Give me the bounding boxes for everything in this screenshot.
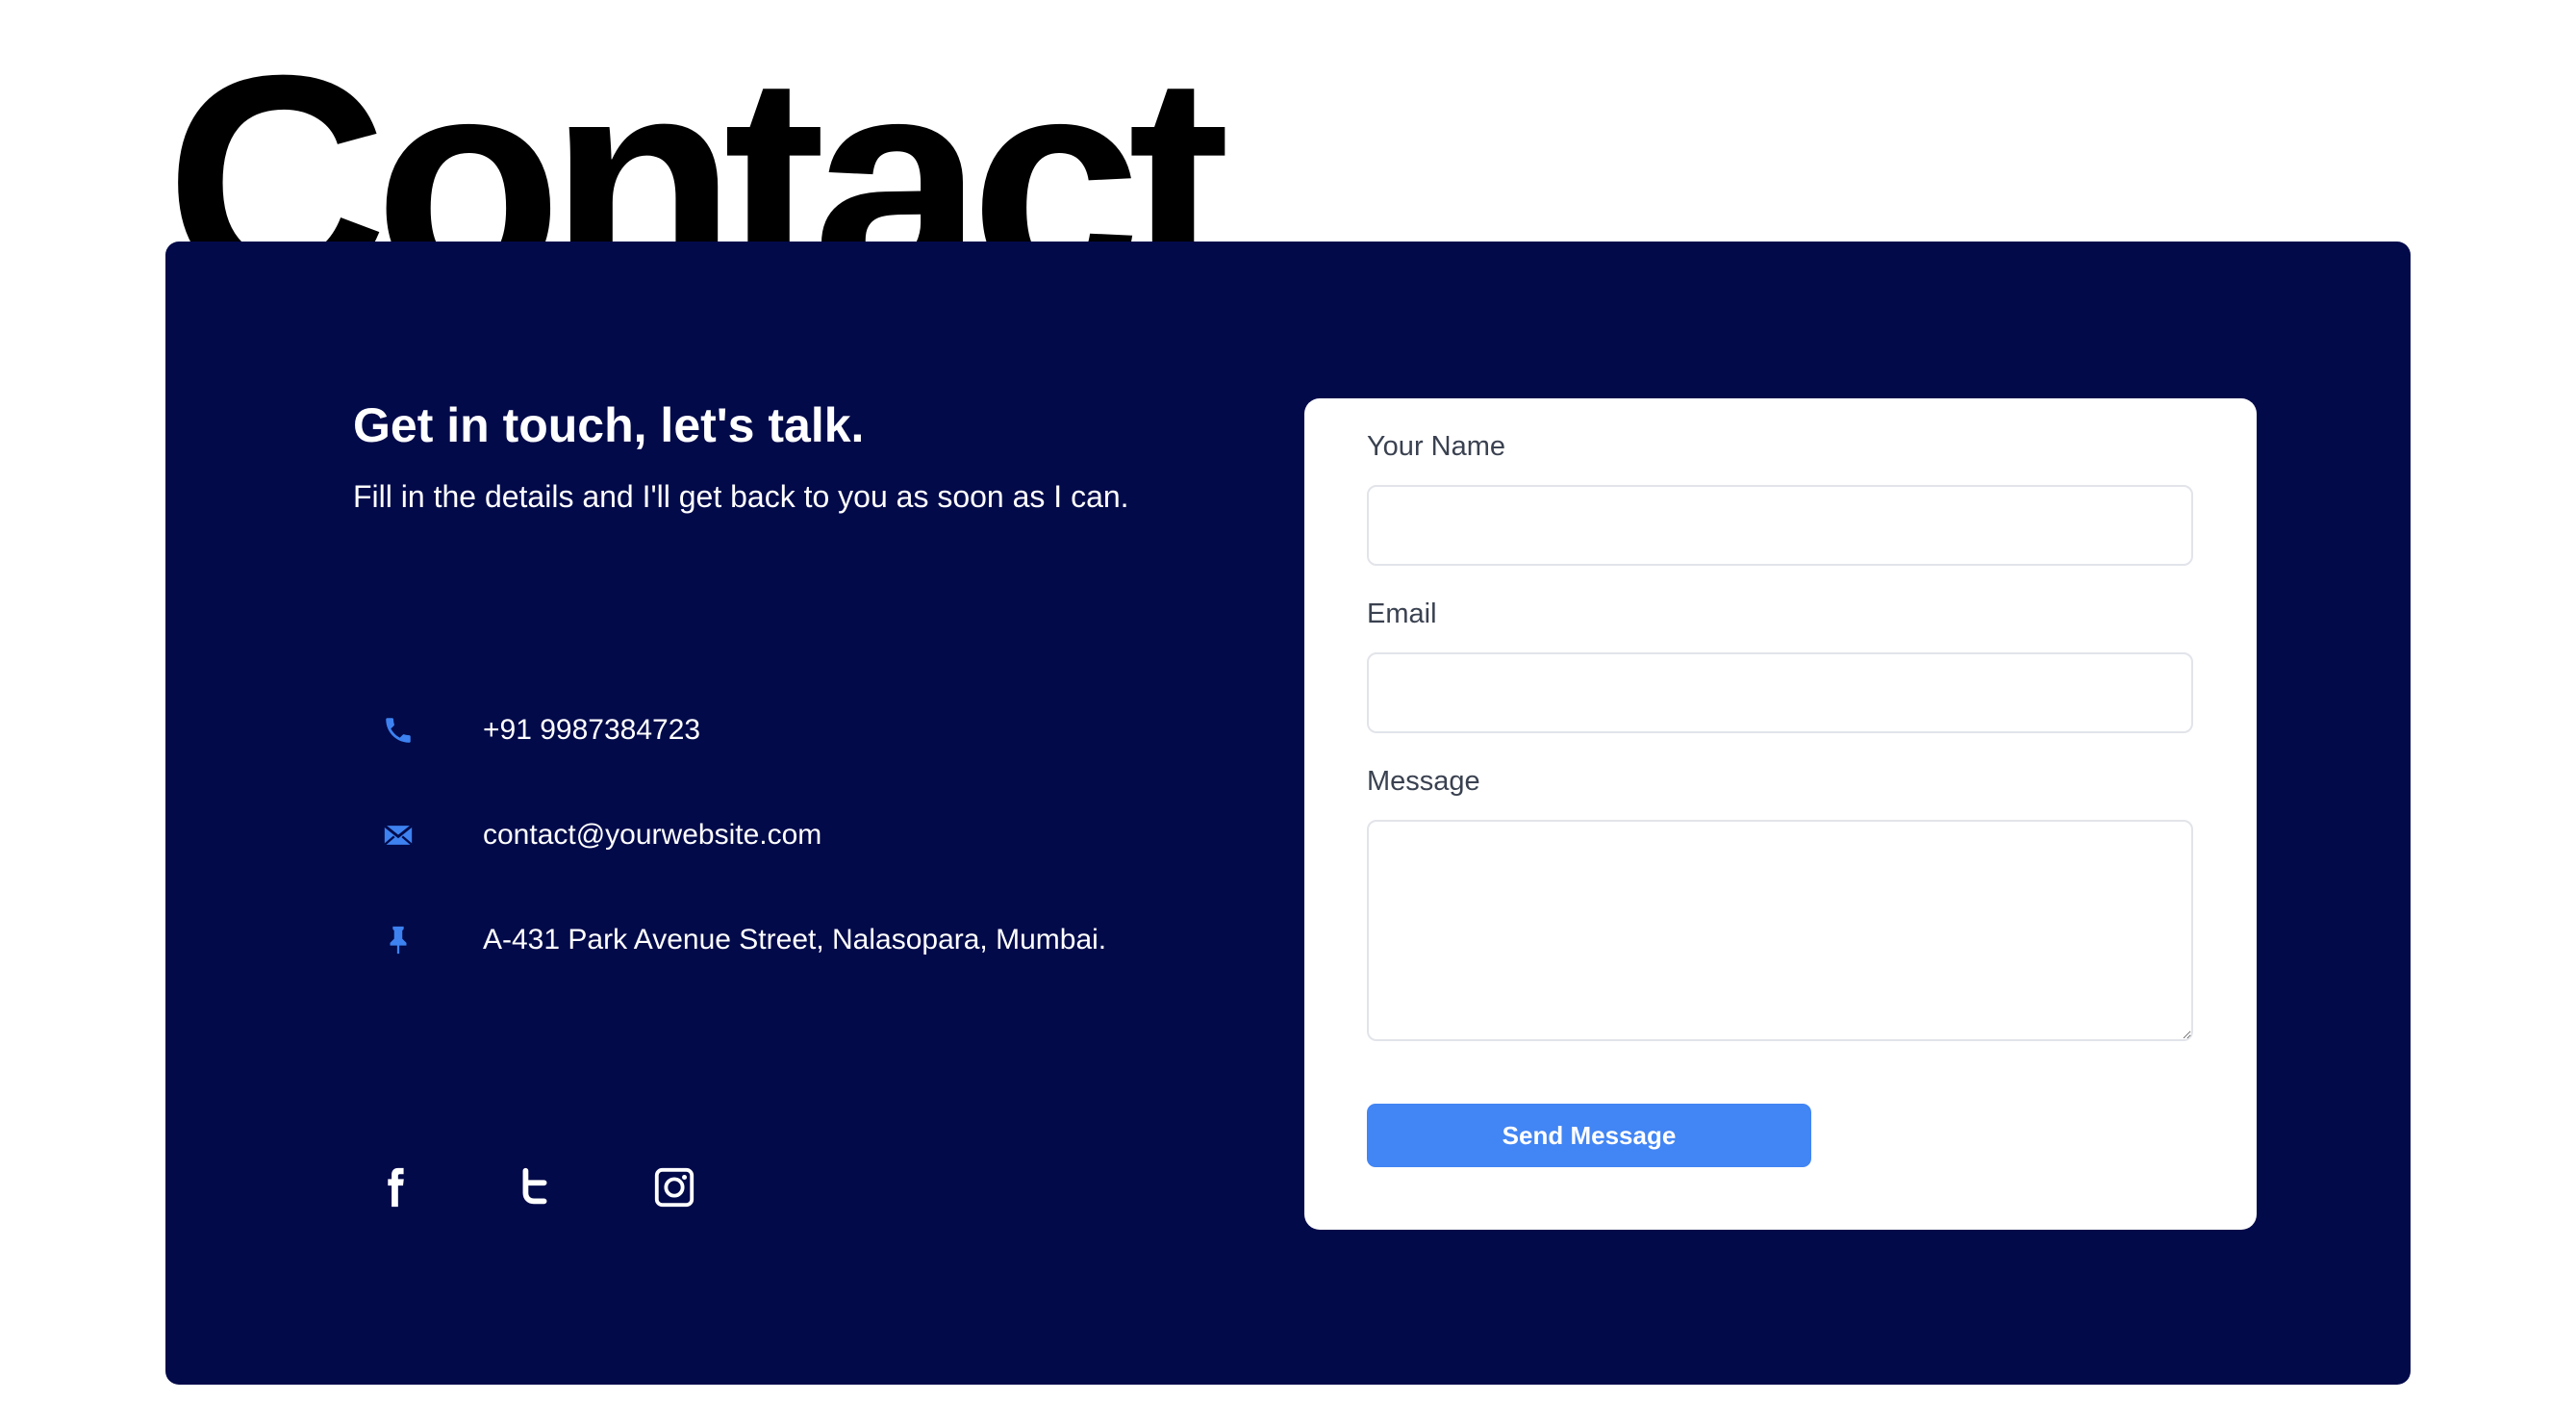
instagram-icon[interactable]: [650, 1163, 698, 1211]
contact-phone-row: +91 9987384723: [379, 711, 700, 750]
contact-phone: +91 9987384723: [483, 714, 701, 746]
message-label: Message: [1367, 766, 1480, 797]
name-label: Your Name: [1367, 431, 1506, 462]
contact-panel: Get in touch, let's talk. Fill in the de…: [165, 242, 2411, 1385]
contact-address: A-431 Park Avenue Street, Nalasopara, Mu…: [483, 924, 1107, 955]
intro-heading: Get in touch, let's talk.: [353, 398, 865, 452]
envelope-icon: [379, 816, 417, 854]
contact-address-row: A-431 Park Avenue Street, Nalasopara, Mu…: [379, 921, 1106, 959]
intro-subtext: Fill in the details and I'll get back to…: [353, 479, 1129, 514]
send-message-button[interactable]: Send Message: [1367, 1104, 1811, 1167]
pin-icon: [379, 921, 417, 959]
name-input[interactable]: [1367, 485, 2193, 566]
contact-email: contact@yourwebsite.com: [483, 819, 822, 851]
contact-email-row: contact@yourwebsite.com: [379, 816, 821, 854]
email-input[interactable]: [1367, 652, 2193, 733]
email-label: Email: [1367, 599, 1437, 629]
phone-icon: [379, 711, 417, 750]
contact-page: Contact Get in touch, let's talk. Fill i…: [0, 0, 2576, 1401]
message-textarea[interactable]: [1367, 820, 2193, 1041]
facebook-icon[interactable]: [370, 1163, 418, 1211]
twitter-icon[interactable]: [511, 1163, 559, 1211]
contact-form: Your Name Email Message Send Message: [1304, 398, 2257, 1230]
